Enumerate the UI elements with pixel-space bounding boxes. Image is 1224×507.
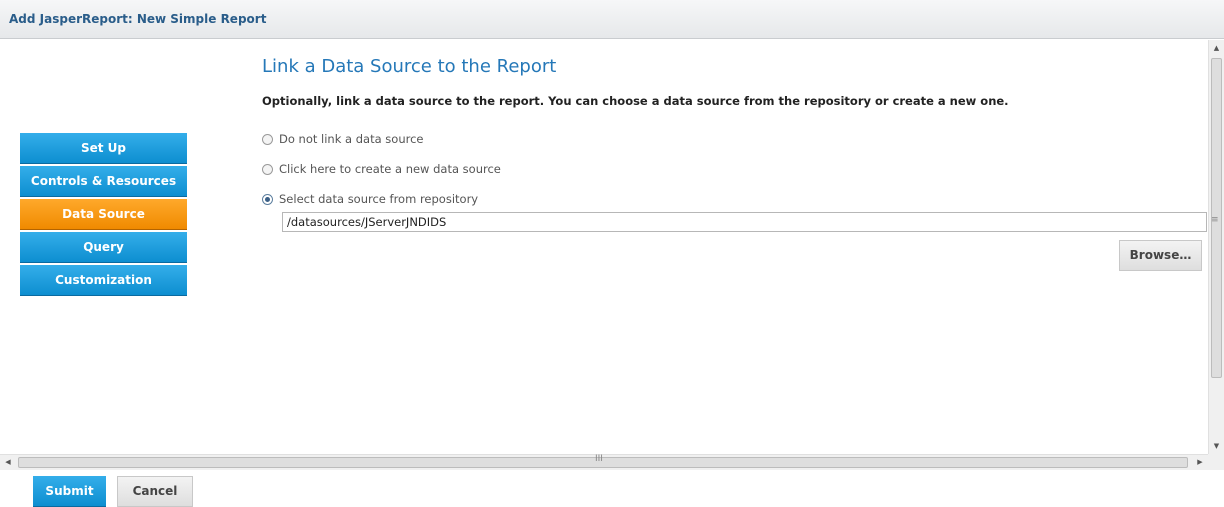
nav-item-query[interactable]: Query bbox=[20, 232, 187, 263]
nav-item-controls-resources[interactable]: Controls & Resources bbox=[20, 166, 187, 197]
scroll-grip-icon: III bbox=[595, 454, 603, 464]
horizontal-scroll-thumb[interactable] bbox=[18, 457, 1188, 468]
nav-item-customization[interactable]: Customization bbox=[20, 265, 187, 296]
horizontal-scrollbar[interactable]: ◀ III ▶ bbox=[0, 454, 1208, 470]
option-label: Click here to create a new data source bbox=[279, 162, 501, 176]
radio-create-data-source[interactable] bbox=[262, 163, 273, 175]
submit-button[interactable]: Submit bbox=[33, 476, 106, 507]
radio-no-data-source[interactable] bbox=[262, 133, 273, 145]
option-no-data-source[interactable]: Do not link a data source bbox=[262, 131, 423, 147]
nav-item-data-source[interactable]: Data Source bbox=[20, 199, 187, 230]
scroll-up-arrow-icon[interactable]: ▲ bbox=[1209, 40, 1224, 56]
option-label: Do not link a data source bbox=[279, 132, 424, 146]
vertical-scrollbar[interactable]: ▲ ≡ ▼ bbox=[1208, 40, 1224, 454]
wizard-content: Set Up Controls & Resources Data Source … bbox=[0, 40, 1208, 454]
scroll-down-arrow-icon[interactable]: ▼ bbox=[1209, 438, 1224, 454]
option-create-data-source[interactable]: Click here to create a new data source bbox=[262, 161, 501, 177]
scrollbar-corner bbox=[1208, 454, 1224, 470]
nav-item-set-up[interactable]: Set Up bbox=[20, 133, 187, 164]
page-title: Link a Data Source to the Report bbox=[262, 56, 557, 77]
dialog-title: Add JasperReport: New Simple Report bbox=[9, 12, 267, 26]
scroll-left-arrow-icon[interactable]: ◀ bbox=[0, 455, 16, 470]
scroll-right-arrow-icon[interactable]: ▶ bbox=[1192, 455, 1208, 470]
option-select-from-repository[interactable]: Select data source from repository bbox=[262, 191, 478, 207]
dialog-title-bar: Add JasperReport: New Simple Report bbox=[0, 0, 1224, 39]
instructions-text: Optionally, link a data source to the re… bbox=[262, 94, 1009, 108]
repository-path-input[interactable] bbox=[282, 212, 1207, 232]
wizard-nav: Set Up Controls & Resources Data Source … bbox=[20, 133, 187, 298]
scroll-grip-icon: ≡ bbox=[1211, 215, 1219, 225]
radio-select-from-repository[interactable] bbox=[262, 193, 273, 205]
option-label: Select data source from repository bbox=[279, 192, 479, 206]
browse-button[interactable]: Browse… bbox=[1119, 240, 1202, 271]
cancel-button[interactable]: Cancel bbox=[117, 476, 193, 507]
